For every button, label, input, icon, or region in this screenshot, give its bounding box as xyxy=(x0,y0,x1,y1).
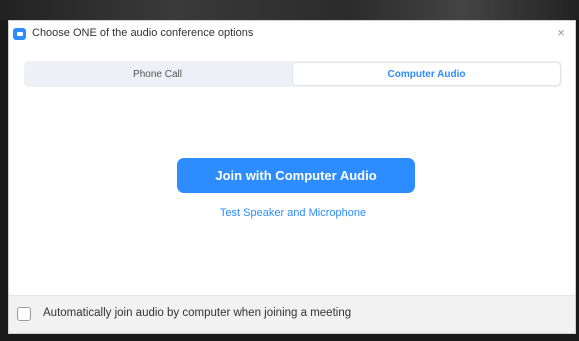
tab-computer-audio[interactable]: Computer Audio xyxy=(292,62,561,86)
join-with-computer-audio-button[interactable]: Join with Computer Audio xyxy=(177,158,415,193)
background-video-strip xyxy=(0,0,579,20)
audio-options-dialog: Choose ONE of the audio conference optio… xyxy=(8,20,576,334)
test-speaker-microphone-link[interactable]: Test Speaker and Microphone xyxy=(9,207,577,219)
auto-join-label: Automatically join audio by computer whe… xyxy=(43,307,352,319)
auto-join-checkbox[interactable] xyxy=(17,307,31,321)
close-button[interactable]: × xyxy=(553,25,569,41)
window-title: Choose ONE of the audio conference optio… xyxy=(32,27,254,39)
title-bar: Choose ONE of the audio conference optio… xyxy=(9,21,575,47)
zoom-camera-icon xyxy=(13,28,26,40)
dialog-footer: Automatically join audio by computer whe… xyxy=(9,295,575,333)
tab-phone-call[interactable]: Phone Call xyxy=(24,61,291,87)
audio-tabs: Phone Call Computer Audio xyxy=(24,61,562,87)
